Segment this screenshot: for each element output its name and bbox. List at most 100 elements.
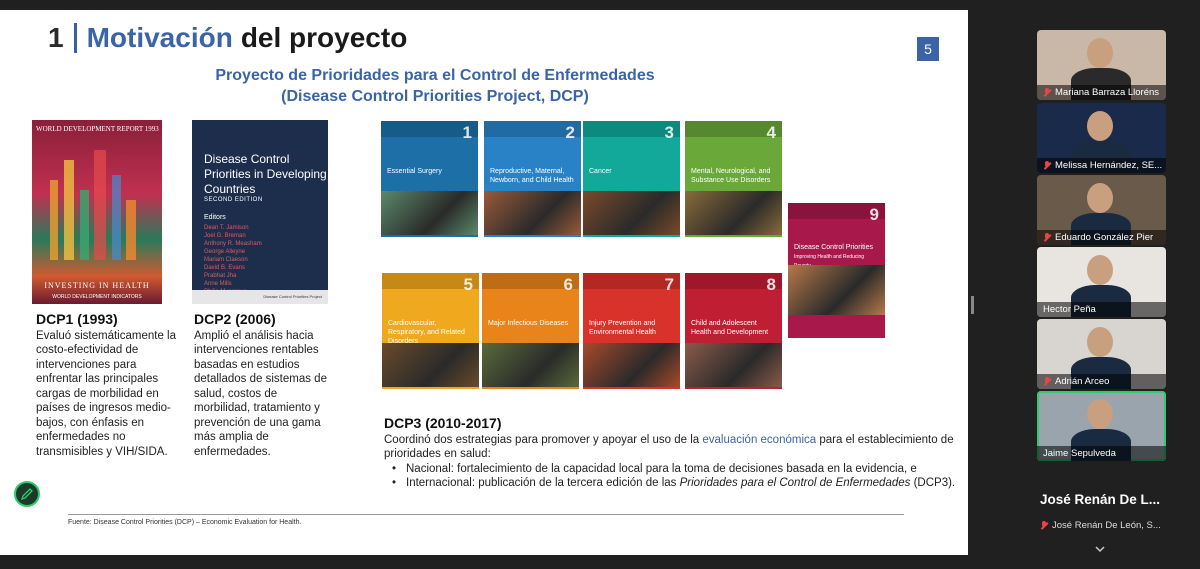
bullet-nacional: Nacional: fortalecimiento de la capacida… xyxy=(390,462,960,477)
dcp1-text: Evaluó sistemáticamente la costo-efectiv… xyxy=(36,329,176,458)
dcp2-editor-name: Anthony R. Measham xyxy=(204,241,262,247)
dcp3-volume-6-cover: 6 Major Infectious Diseases xyxy=(482,273,579,389)
volume-title: Injury Prevention and Environmental Heal… xyxy=(589,320,656,336)
dcp2-editor-name: Mariam Claeson xyxy=(204,257,248,263)
shared-slide: 1 Motivación del proyecto 5 Proyecto de … xyxy=(0,10,968,555)
title-divider xyxy=(73,23,77,53)
subtitle-line-1: Proyecto de Prioridades para el Control … xyxy=(215,67,655,84)
featured-participant-label: José Renán De León, S... xyxy=(1040,520,1161,531)
dcp3-intro-text: Coordinó dos estrategias para promover y… xyxy=(384,433,703,446)
dcp3-heading: DCP3 (2010-2017) xyxy=(384,415,502,431)
dcp2-editor-name: Dean T. Jamison xyxy=(204,225,249,231)
volume-number: 5 xyxy=(463,275,473,294)
title-rest: del proyecto xyxy=(240,22,408,53)
volume-title: Child and Adolescent Health and Developm… xyxy=(691,320,769,336)
annotate-button[interactable] xyxy=(14,481,40,507)
dcp2-cover-title: Disease Control Priorities in Developing… xyxy=(204,152,327,196)
dcp1-book-cover: WORLD DEVELOPMENT REPORT 1993 INVESTING … xyxy=(32,120,162,304)
source-note: Fuente: Disease Control Priorities (DCP)… xyxy=(68,519,302,526)
cover-photo xyxy=(685,191,782,235)
slide-subtitle: Proyecto de Prioridades para el Control … xyxy=(160,65,710,107)
participant-name-label: Eduardo González Pier xyxy=(1037,230,1166,245)
participant-tile[interactable]: Jaime Sepulveda xyxy=(1037,391,1166,461)
dcp3-volume-5-cover: 5 Cardiovascular, Respiratory, and Relate… xyxy=(382,273,479,389)
dcp1-heading: DCP1 (1993) xyxy=(36,311,118,327)
dcp2-editor-name: Anne Mills xyxy=(204,281,232,287)
dcp3-volume-4-cover: 4 Mental, Neurological, and Substance Use… xyxy=(685,121,782,237)
volume-title: Reproductive, Maternal, Newborn, and Chi… xyxy=(490,168,574,184)
participant-tile[interactable]: Melissa Hernández, SE... xyxy=(1037,103,1166,173)
dcp2-cover-editor-names: Dean T. Jamison Joel G. Breman Anthony R. … xyxy=(204,224,262,296)
dcp2-cover-edition: SECOND EDITION xyxy=(204,197,263,203)
participant-tile[interactable]: Adrián Arceo xyxy=(1037,319,1166,389)
participant-name-label: Melissa Hernández, SE... xyxy=(1037,158,1166,173)
featured-participant-name: José Renán De L... xyxy=(1040,492,1161,507)
participant-face xyxy=(1087,183,1113,213)
bullet-internacional-end: (DCP3). xyxy=(910,477,956,489)
cover-photo xyxy=(381,191,478,235)
volume-number: 3 xyxy=(664,123,674,142)
volume-title: Mental, Neurological, and Substance Use … xyxy=(691,168,771,184)
mic-muted-icon xyxy=(1043,161,1051,170)
participant-face xyxy=(1087,255,1113,285)
dcp3-bullets: Nacional: fortalecimiento de la capacida… xyxy=(390,462,960,491)
dcp3-volume-2-cover: 2 Reproductive, Maternal, Newborn, and Ch… xyxy=(484,121,581,237)
volume-title: Cancer xyxy=(589,168,612,175)
dcp2-book-cover: Disease Control Priorities in Developing… xyxy=(192,120,328,304)
volume-number: 4 xyxy=(766,123,776,142)
pencil-icon xyxy=(20,488,33,501)
chevron-down-icon[interactable] xyxy=(1094,543,1106,555)
dcp2-editor-name: Prabhat Jha xyxy=(204,273,237,279)
cover-photo xyxy=(484,191,581,235)
mic-muted-icon xyxy=(1043,377,1051,386)
dcp2-cover-editors-label: Editors xyxy=(204,214,226,221)
cover-photo xyxy=(685,343,782,387)
participant-name-label: Mariana Barraza Lloréns xyxy=(1037,85,1166,100)
participant-name: Melissa Hernández, SE... xyxy=(1055,160,1163,171)
volume-number: 8 xyxy=(766,275,776,294)
dcp3-intro: Coordinó dos estrategias para promover y… xyxy=(384,433,960,462)
volume-number: 1 xyxy=(462,123,472,142)
subtitle-line-2: (Disease Control Priorities Project, DCP… xyxy=(281,88,589,105)
wdr-cover-foot: INVESTING IN HEALTH xyxy=(44,281,150,290)
title-number: 1 xyxy=(48,22,64,53)
dcp3-volume-9-cover: 9 Disease Control Priorities Improving Hea… xyxy=(788,203,885,338)
slide-title: 1 Motivación del proyecto xyxy=(48,22,407,54)
dcp2-editor-name: Joel G. Breman xyxy=(204,233,246,239)
dcp2-heading: DCP2 (2006) xyxy=(194,311,276,327)
cover-photo xyxy=(382,343,479,387)
panel-resize-handle[interactable] xyxy=(971,296,974,314)
dcp3-volume-8-cover: 8 Child and Adolescent Health and Develop… xyxy=(685,273,782,389)
participant-name: Mariana Barraza Lloréns xyxy=(1055,87,1160,98)
participant-tile[interactable]: Eduardo González Pier xyxy=(1037,175,1166,245)
volume-number: 6 xyxy=(563,275,573,294)
mic-muted-icon xyxy=(1043,88,1051,97)
volume-number: 2 xyxy=(565,123,575,142)
participant-name: Hector Peña xyxy=(1043,304,1096,315)
participant-name: Eduardo González Pier xyxy=(1055,232,1154,243)
volume-number: 9 xyxy=(869,205,879,224)
participant-name-label: Hector Peña xyxy=(1037,302,1166,317)
cover-photo xyxy=(583,343,680,387)
participant-name: Jaime Sepulveda xyxy=(1043,448,1116,459)
dcp3-volume-1-cover: 1 Essential Surgery xyxy=(381,121,478,237)
meeting-window: 1 Motivación del proyecto 5 Proyecto de … xyxy=(0,0,1200,569)
participant-tile[interactable]: Mariana Barraza Lloréns xyxy=(1037,30,1166,100)
participant-face xyxy=(1087,111,1113,141)
cover-photo xyxy=(788,265,885,315)
participant-tile[interactable]: Hector Peña xyxy=(1037,247,1166,317)
volume-title: Major Infectious Diseases xyxy=(488,320,569,327)
dcp-title-italic: Prioridades para el Control de Enfermeda… xyxy=(679,477,911,489)
participant-face xyxy=(1087,399,1113,429)
title-highlight: Motivación xyxy=(86,22,233,53)
dcp3-volume-7-cover: 7 Injury Prevention and Environmental Hea… xyxy=(583,273,680,389)
wdr-cover-header: WORLD DEVELOPMENT REPORT 1993 xyxy=(36,125,159,133)
participant-name-label: Adrián Arceo xyxy=(1037,374,1166,389)
cover-photo xyxy=(482,343,579,387)
participant-name: Adrián Arceo xyxy=(1055,376,1110,387)
cover-photo xyxy=(583,191,680,235)
volume-number: 7 xyxy=(664,275,674,294)
volume-title: Cardiovascular, Respiratory, and Related… xyxy=(388,320,465,345)
featured-participant-label-text: José Renán De León, S... xyxy=(1052,520,1161,531)
dcp2-block: DCP2 (2006) Amplió el análisis hacia int… xyxy=(194,312,334,459)
